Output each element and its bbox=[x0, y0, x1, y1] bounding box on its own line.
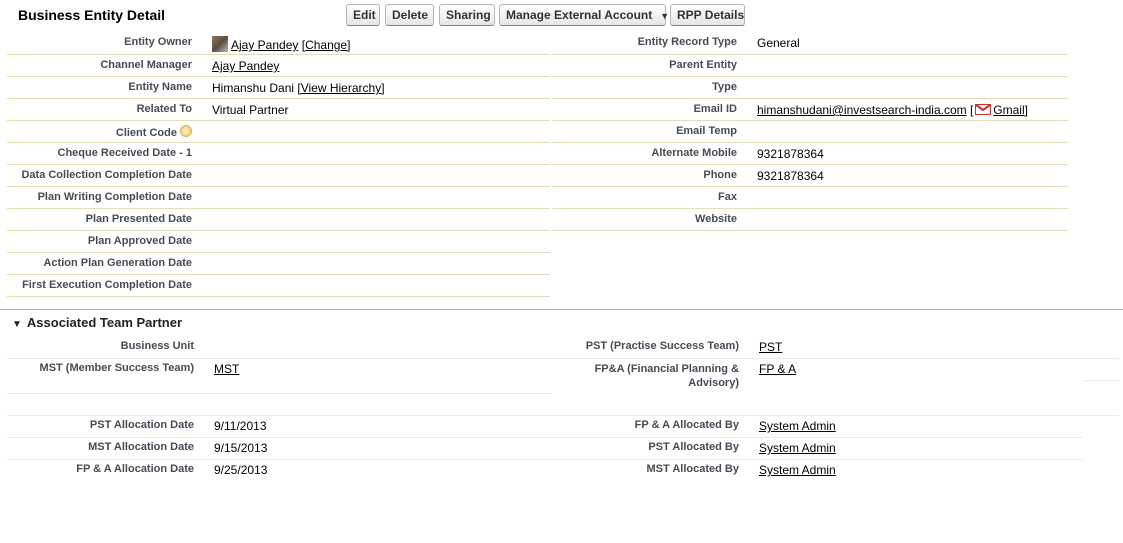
related-to-label: Related To bbox=[136, 103, 192, 115]
pst-label: PST (Practise Success Team) bbox=[585, 340, 739, 352]
related-to-value: Virtual Partner bbox=[212, 103, 289, 117]
section-title: Associated Team Partner bbox=[26, 315, 183, 330]
entity-owner-value: Ajay Pandey [Change] bbox=[212, 36, 350, 52]
fpa-label: FP&A (Financial Planning & Advisory) bbox=[594, 363, 739, 389]
pst-allocated-by-link[interactable]: System Admin bbox=[759, 441, 836, 455]
mst-allocation-date-value: 9/15/2013 bbox=[214, 441, 268, 455]
entity-record-type-label: Entity Record Type bbox=[637, 36, 737, 48]
cheque-received-label: Cheque Received Date - 1 bbox=[57, 147, 193, 159]
alternate-mobile-label: Alternate Mobile bbox=[651, 147, 737, 159]
pst-allocation-date-value: 9/11/2013 bbox=[214, 419, 267, 433]
page-title: Business Entity Detail bbox=[18, 7, 166, 23]
pst-allocation-date-label: PST Allocation Date bbox=[89, 419, 194, 431]
dropdown-caret-icon: ▼ bbox=[660, 10, 670, 21]
entity-name-label: Entity Name bbox=[128, 81, 192, 93]
delete-button[interactable]: Delete bbox=[385, 4, 434, 26]
first-execution-label: First Execution Completion Date bbox=[22, 279, 192, 291]
edit-button[interactable]: Edit bbox=[346, 4, 380, 26]
pst-allocated-by-label: PST Allocated By bbox=[648, 441, 739, 453]
plan-writing-label: Plan Writing Completion Date bbox=[37, 191, 192, 203]
alternate-mobile-value: 9321878364 bbox=[757, 147, 824, 161]
entity-name-value: Himanshu Dani [View Hierarchy] bbox=[212, 81, 385, 95]
fpa-allocated-by-label: FP & A Allocated By bbox=[634, 419, 739, 431]
phone-value: 9321878364 bbox=[757, 169, 824, 183]
gmail-link[interactable]: Gmail bbox=[993, 103, 1024, 117]
sharing-button[interactable]: Sharing bbox=[439, 4, 495, 26]
type-label: Type bbox=[712, 81, 737, 93]
client-code-label-text: Client Code bbox=[115, 127, 177, 139]
channel-manager-link[interactable]: Ajay Pandey bbox=[212, 59, 279, 73]
entity-owner-link[interactable]: Ajay Pandey bbox=[231, 38, 298, 52]
fpa-allocated-by-link[interactable]: System Admin bbox=[759, 419, 836, 433]
entity-record-type-value: General bbox=[757, 36, 800, 50]
user-avatar-icon bbox=[212, 36, 228, 52]
email-temp-label: Email Temp bbox=[676, 125, 737, 137]
plan-presented-label: Plan Presented Date bbox=[85, 213, 192, 225]
data-collection-label: Data Collection Completion Date bbox=[21, 169, 192, 181]
email-id-value: himanshudani@investsearch-india.com [Gma… bbox=[757, 103, 1028, 117]
pst-link[interactable]: PST bbox=[759, 340, 782, 354]
mst-allocated-by-link[interactable]: System Admin bbox=[759, 463, 836, 477]
view-hierarchy-link[interactable]: [View Hierarchy] bbox=[297, 81, 384, 95]
entity-name-text: Himanshu Dani bbox=[212, 81, 295, 95]
mst-allocation-date-label: MST Allocation Date bbox=[88, 441, 194, 453]
channel-manager-label: Channel Manager bbox=[100, 59, 192, 71]
change-owner-link[interactable]: [Change] bbox=[302, 38, 351, 52]
email-id-label: Email ID bbox=[693, 103, 737, 115]
rpp-details-button[interactable]: RPP Details bbox=[670, 4, 745, 26]
info-bulb-icon[interactable] bbox=[180, 125, 192, 137]
mst-label: MST (Member Success Team) bbox=[39, 362, 194, 374]
phone-label: Phone bbox=[703, 169, 737, 181]
mst-link[interactable]: MST bbox=[214, 362, 239, 376]
associated-team-partner-header[interactable]: ▼ Associated Team Partner bbox=[12, 315, 182, 330]
entity-owner-label: Entity Owner bbox=[124, 36, 192, 48]
manage-external-account-button[interactable]: Manage External Account ▼ bbox=[499, 4, 670, 26]
action-plan-label: Action Plan Generation Date bbox=[43, 257, 192, 269]
plan-approved-label: Plan Approved Date bbox=[87, 235, 192, 247]
fpa-allocation-date-label: FP & A Allocation Date bbox=[76, 463, 194, 475]
parent-entity-label: Parent Entity bbox=[669, 59, 737, 71]
client-code-label: Client Code bbox=[116, 125, 192, 139]
section-divider bbox=[0, 309, 1123, 310]
website-label: Website bbox=[695, 213, 737, 225]
manage-external-account-label: Manage External Account bbox=[506, 8, 653, 22]
email-link[interactable]: himanshudani@investsearch-india.com bbox=[757, 103, 967, 117]
fpa-allocation-date-value: 9/25/2013 bbox=[214, 463, 268, 477]
mst-allocated-by-label: MST Allocated By bbox=[646, 463, 740, 475]
expand-triangle-icon[interactable]: ▼ bbox=[12, 319, 22, 330]
fpa-link[interactable]: FP & A bbox=[759, 362, 796, 376]
business-unit-label: Business Unit bbox=[120, 340, 194, 352]
fax-label: Fax bbox=[718, 191, 737, 203]
gmail-icon bbox=[975, 104, 992, 115]
